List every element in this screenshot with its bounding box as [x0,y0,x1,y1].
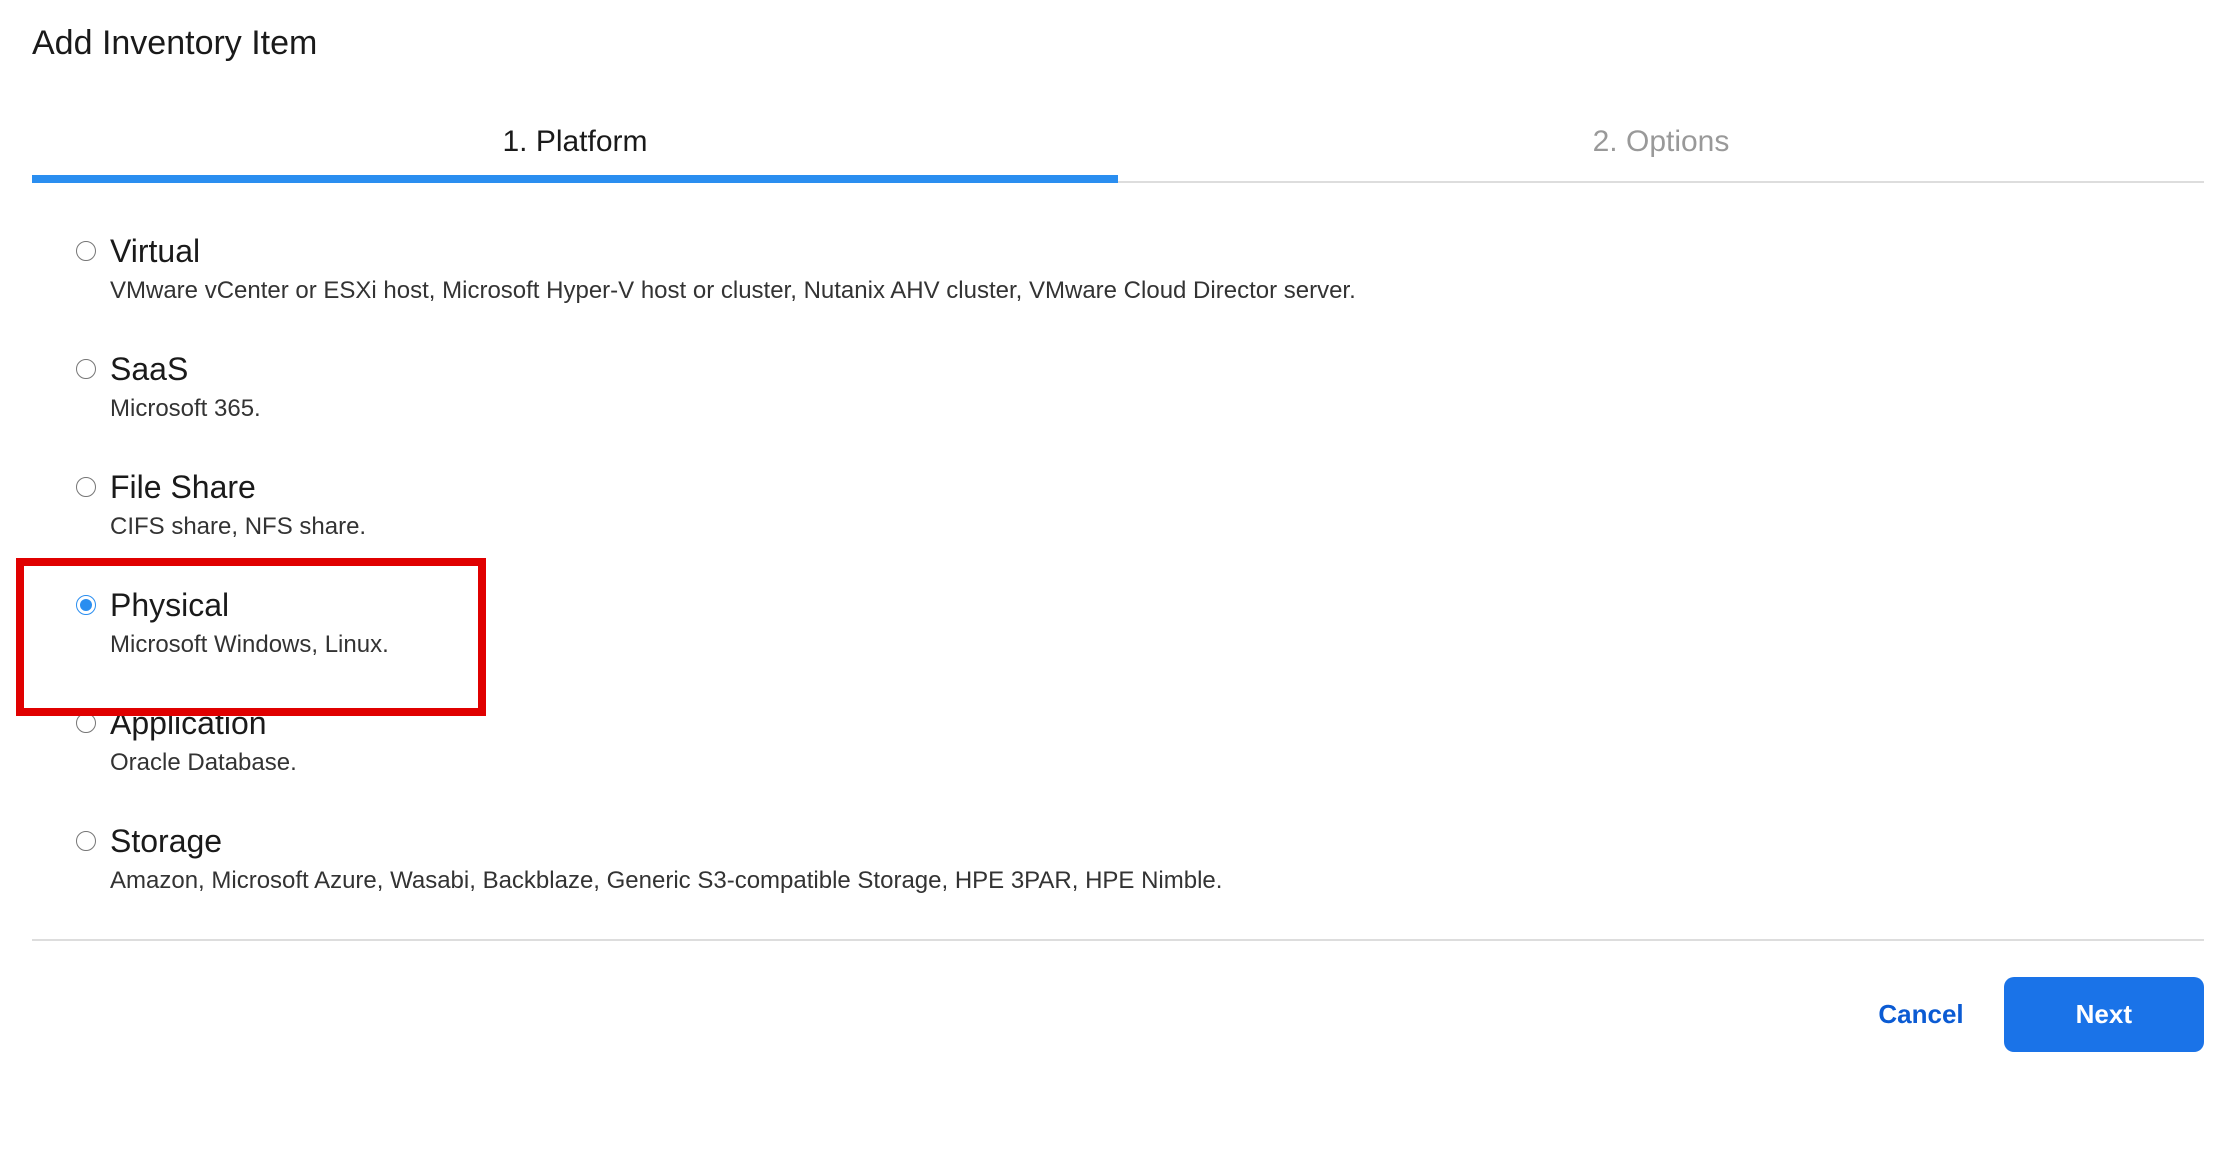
dialog-footer: Cancel Next [0,941,2236,1052]
option-saas[interactable]: SaaS Microsoft 365. [76,349,2204,423]
option-virtual[interactable]: Virtual VMware vCenter or ESXi host, Mic… [76,231,2204,305]
step-platform[interactable]: 1. Platform [32,111,1118,181]
cancel-button[interactable]: Cancel [1878,999,1963,1030]
add-inventory-dialog: Add Inventory Item 1. Platform 2. Option… [0,0,2236,895]
platform-options: Virtual VMware vCenter or ESXi host, Mic… [32,183,2204,895]
option-desc: Microsoft Windows, Linux. [110,631,389,659]
step-options[interactable]: 2. Options [1118,111,2204,181]
option-title: SaaS [110,349,261,389]
option-body: Virtual VMware vCenter or ESXi host, Mic… [110,231,1356,305]
option-physical[interactable]: Physical Microsoft Windows, Linux. [76,585,2204,659]
dialog-title: Add Inventory Item [32,24,2204,63]
option-storage[interactable]: Storage Amazon, Microsoft Azure, Wasabi,… [76,821,2204,895]
radio-storage[interactable] [76,831,96,851]
radio-virtual[interactable] [76,241,96,261]
option-desc: CIFS share, NFS share. [110,513,366,541]
option-body: File Share CIFS share, NFS share. [110,467,366,541]
option-file-share[interactable]: File Share CIFS share, NFS share. [76,467,2204,541]
option-body: Application Oracle Database. [110,703,297,777]
option-title: Application [110,703,297,743]
option-body: Storage Amazon, Microsoft Azure, Wasabi,… [110,821,1222,895]
option-body: Physical Microsoft Windows, Linux. [110,585,389,659]
option-title: Storage [110,821,1222,861]
option-desc: Amazon, Microsoft Azure, Wasabi, Backbla… [110,867,1222,895]
option-desc: VMware vCenter or ESXi host, Microsoft H… [110,277,1356,305]
option-body: SaaS Microsoft 365. [110,349,261,423]
option-application[interactable]: Application Oracle Database. [76,703,2204,777]
radio-file-share[interactable] [76,477,96,497]
radio-physical[interactable] [76,595,96,615]
option-desc: Microsoft 365. [110,395,261,423]
radio-application[interactable] [76,713,96,733]
next-button[interactable]: Next [2004,977,2204,1052]
option-title: File Share [110,467,366,507]
wizard-steps: 1. Platform 2. Options [32,111,2204,183]
option-desc: Oracle Database. [110,749,297,777]
option-title: Virtual [110,231,1356,271]
option-title: Physical [110,585,389,625]
radio-saas[interactable] [76,359,96,379]
